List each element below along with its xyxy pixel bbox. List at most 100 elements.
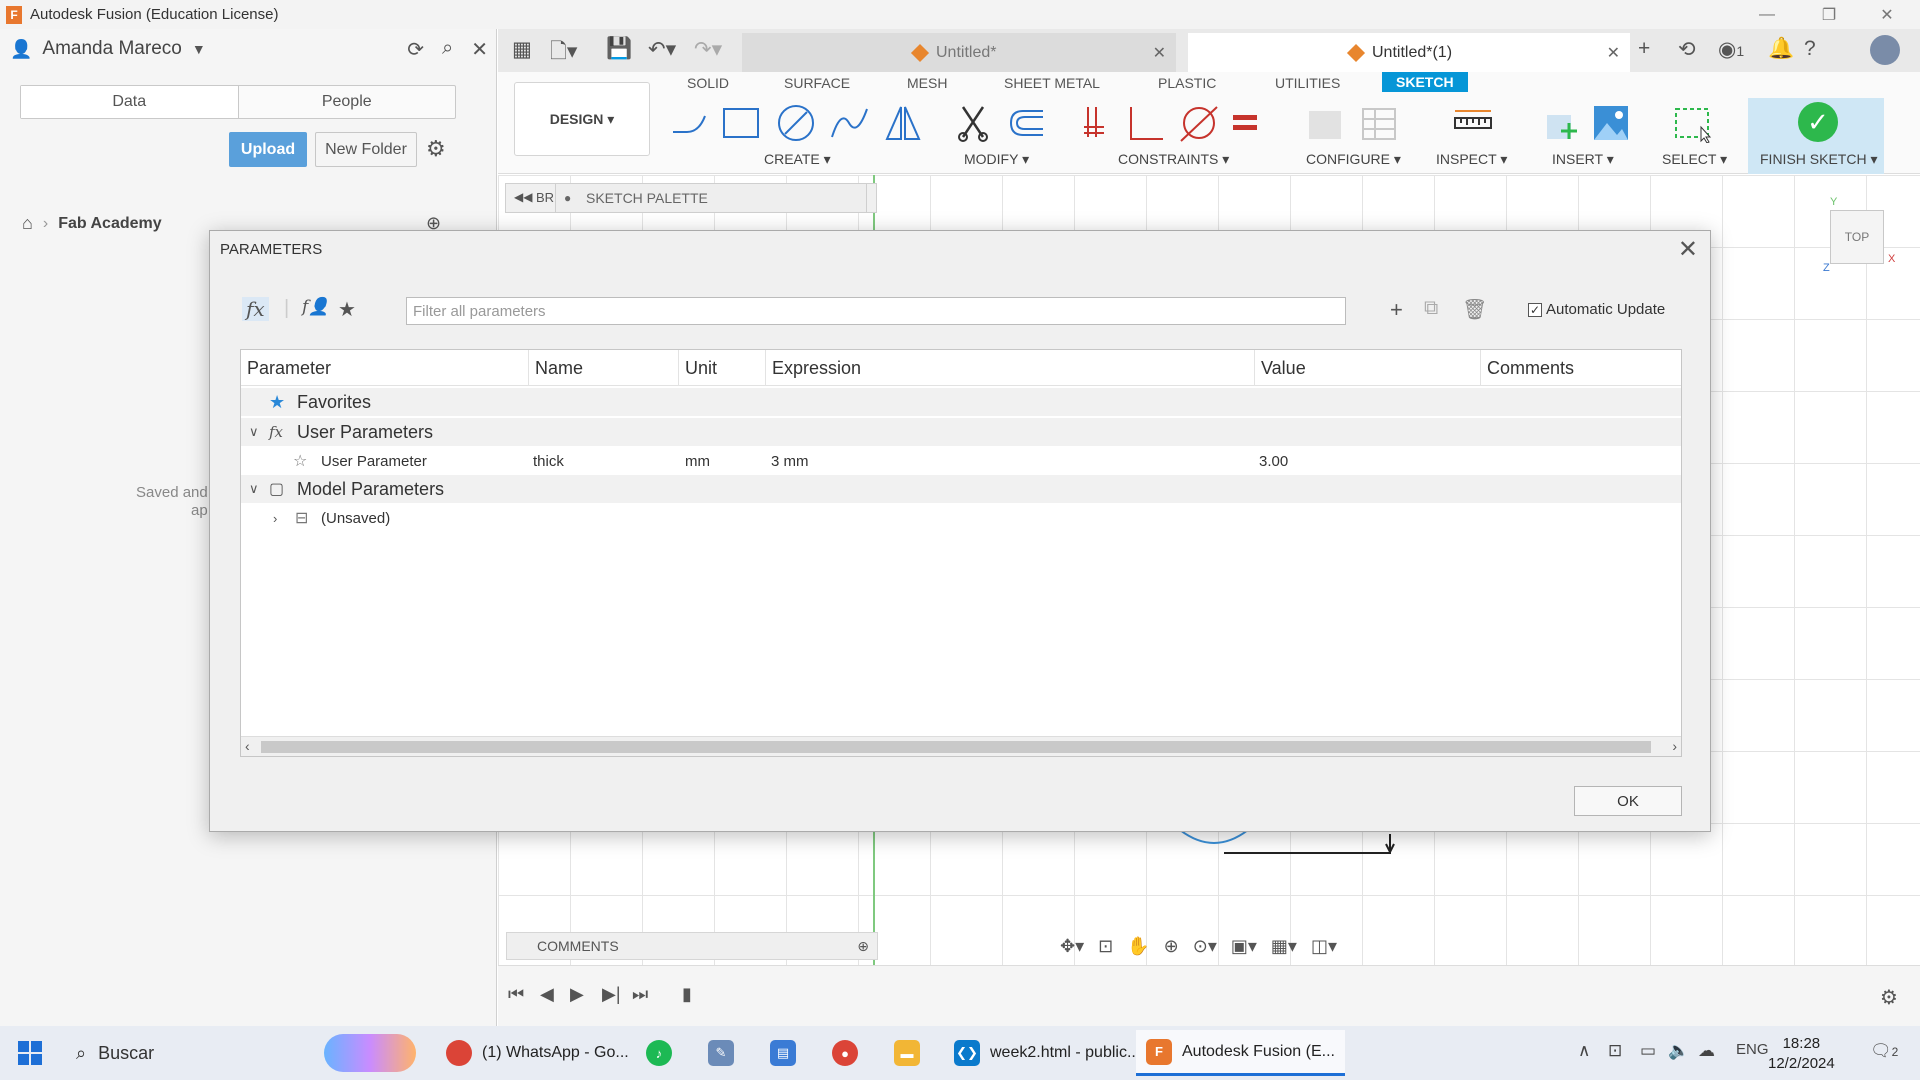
checkbox-checked-icon[interactable]: ✓: [1528, 302, 1542, 317]
refresh-icon[interactable]: ⟳: [407, 37, 424, 62]
comments-bar[interactable]: COMMENTS ⊕: [506, 932, 878, 960]
bell-icon[interactable]: 🔔: [1768, 37, 1794, 61]
viewcube[interactable]: TOP: [1830, 210, 1884, 264]
configure-table-icon[interactable]: [1358, 102, 1400, 144]
close-tab-icon[interactable]: ✕: [1153, 43, 1166, 63]
grid-settings-icon[interactable]: ▦▾: [1271, 936, 1297, 957]
select-window-icon[interactable]: [1672, 102, 1714, 144]
list-item[interactable]: › ⊟ (Unsaved): [241, 504, 1681, 532]
windows-start-icon[interactable]: [18, 1041, 42, 1065]
configure-add-icon[interactable]: [1304, 102, 1346, 144]
scrollbar-thumb[interactable]: [261, 741, 1651, 753]
favorites-filter-icon[interactable]: ★: [338, 297, 356, 322]
chevron-up-icon[interactable]: ∧: [1578, 1041, 1590, 1061]
viewports-icon[interactable]: ◫▾: [1311, 936, 1337, 957]
horizontal-scrollbar[interactable]: ‹ ›: [241, 736, 1681, 756]
close-window-button[interactable]: ✕: [1864, 0, 1910, 29]
group-row-model-parameters[interactable]: ∨ ▢ Model Parameters: [241, 475, 1681, 503]
trim-tool-icon[interactable]: [952, 102, 994, 144]
measure-tool-icon[interactable]: [1452, 102, 1494, 144]
cell-unit[interactable]: mm: [685, 453, 710, 470]
play-icon[interactable]: ▶: [570, 984, 584, 1005]
table-row[interactable]: ☆ User Parameter thick mm 3 mm 3.00: [241, 447, 1681, 475]
chevron-down-icon[interactable]: ∨: [249, 481, 259, 497]
offset-tool-icon[interactable]: [1004, 102, 1046, 144]
equal-constraint-icon[interactable]: [1224, 102, 1266, 144]
sketch-palette-bar[interactable]: ● SKETCH PALETTE: [555, 183, 867, 213]
automatic-update-checkbox[interactable]: ✓ Automatic Update: [1528, 301, 1665, 318]
breadcrumb-project[interactable]: Fab Academy: [58, 215, 161, 233]
collapse-icon[interactable]: ◀◀: [514, 190, 532, 204]
tab-mesh[interactable]: MESH: [907, 75, 947, 91]
taskbar-app-paint[interactable]: ✎: [698, 1030, 744, 1076]
gear-icon[interactable]: ⚙: [426, 136, 446, 162]
close-panel-icon[interactable]: ✕: [471, 37, 488, 62]
design-workspace-button[interactable]: DESIGN ▾: [514, 82, 650, 156]
taskbar-search[interactable]: ⌕ Buscar: [62, 1034, 310, 1072]
spline-tool-icon[interactable]: [828, 102, 870, 144]
chevron-down-icon[interactable]: ▼: [192, 41, 206, 57]
horizontal-vertical-constraint-icon[interactable]: [1074, 102, 1116, 144]
col-parameter[interactable]: Parameter: [241, 350, 529, 386]
taskbar-app-chrome[interactable]: ●: [822, 1030, 868, 1076]
group-row-user-parameters[interactable]: ∨ fx User Parameters: [241, 418, 1681, 446]
col-unit[interactable]: Unit: [679, 350, 766, 386]
tab-sketch[interactable]: SKETCH: [1382, 72, 1468, 92]
taskbar-app-calculator[interactable]: ▤: [760, 1030, 806, 1076]
next-step-icon[interactable]: ▶|: [602, 984, 621, 1005]
file-menu-icon[interactable]: 🗋▾: [550, 37, 577, 72]
user-name[interactable]: Amanda Mareco: [42, 38, 181, 60]
taskbar-app-spotify[interactable]: ♪: [636, 1030, 682, 1076]
undo-icon[interactable]: ↶▾: [648, 37, 676, 62]
home-icon[interactable]: ⌂: [22, 213, 33, 234]
tab-plastic[interactable]: PLASTIC: [1158, 75, 1216, 91]
tab-sheet-metal[interactable]: SHEET METAL: [1004, 75, 1100, 91]
insert-image-icon[interactable]: [1590, 102, 1632, 144]
circle-tool-icon[interactable]: [775, 102, 817, 144]
add-comment-icon[interactable]: ⊕: [857, 938, 869, 955]
zoom-icon[interactable]: ⊕: [1164, 936, 1179, 957]
tangent-constraint-icon[interactable]: [1178, 102, 1220, 144]
ok-button[interactable]: OK: [1574, 786, 1682, 816]
col-comments[interactable]: Comments: [1481, 350, 1683, 386]
sketch-geometry[interactable]: [1170, 830, 1410, 880]
orbit-icon[interactable]: ✥▾: [1060, 936, 1084, 957]
cell-expression[interactable]: 3 mm: [771, 453, 809, 470]
display-settings-icon[interactable]: ▣▾: [1231, 936, 1257, 957]
avatar[interactable]: [1870, 35, 1900, 65]
close-tab-icon[interactable]: ✕: [1607, 43, 1620, 63]
previous-step-icon[interactable]: ◀: [540, 984, 554, 1005]
apps-grid-icon[interactable]: ▦: [512, 37, 532, 62]
first-step-icon[interactable]: ⏮: [508, 984, 524, 1005]
col-expression[interactable]: Expression: [766, 350, 1255, 386]
save-icon[interactable]: 💾: [606, 37, 632, 61]
finish-sketch-check-icon[interactable]: ✓: [1798, 102, 1838, 142]
timeline-marker-icon[interactable]: ▮: [682, 984, 692, 1005]
filter-parameters-input[interactable]: [406, 297, 1346, 325]
job-status-icon[interactable]: ⟲: [1678, 37, 1696, 62]
fx-filter-icon[interactable]: fx: [242, 297, 269, 321]
meet-now-icon[interactable]: ⊡: [1608, 1041, 1622, 1061]
select-group-label[interactable]: SELECT ▾: [1662, 151, 1727, 168]
new-folder-button[interactable]: New Folder: [315, 132, 417, 167]
taskbar-app-fusion[interactable]: F Autodesk Fusion (E...: [1136, 1030, 1345, 1076]
tab-data[interactable]: Data: [21, 86, 239, 118]
finish-sketch-label[interactable]: FINISH SKETCH ▾: [1760, 151, 1877, 168]
extensions-icon[interactable]: ◉1: [1718, 37, 1744, 62]
modify-group-label[interactable]: MODIFY ▾: [964, 151, 1029, 168]
look-at-icon[interactable]: ⊡: [1098, 936, 1113, 957]
close-dialog-button[interactable]: ✕: [1678, 235, 1698, 264]
scroll-right-icon[interactable]: ›: [1672, 738, 1677, 754]
doc-tab-untitled-1[interactable]: Untitled*(1) ✕: [1188, 33, 1630, 72]
language-indicator[interactable]: ENG: [1736, 1041, 1769, 1058]
new-tab-icon[interactable]: +: [1638, 37, 1650, 61]
taskbar-app-chrome-whatsapp[interactable]: (1) WhatsApp - Go...: [436, 1030, 639, 1076]
pan-icon[interactable]: ✋: [1127, 936, 1149, 957]
tab-utilities[interactable]: UTILITIES: [1275, 75, 1340, 91]
taskbar-app-vscode[interactable]: ❮❯ week2.html - public...: [944, 1030, 1150, 1076]
search-icon[interactable]: ⌕: [442, 37, 453, 62]
create-group-label[interactable]: CREATE ▾: [764, 151, 831, 168]
inspect-group-label[interactable]: INSPECT ▾: [1436, 151, 1507, 168]
insert-derive-icon[interactable]: [1538, 102, 1580, 144]
group-row-favorites[interactable]: ★ Favorites: [241, 388, 1681, 416]
